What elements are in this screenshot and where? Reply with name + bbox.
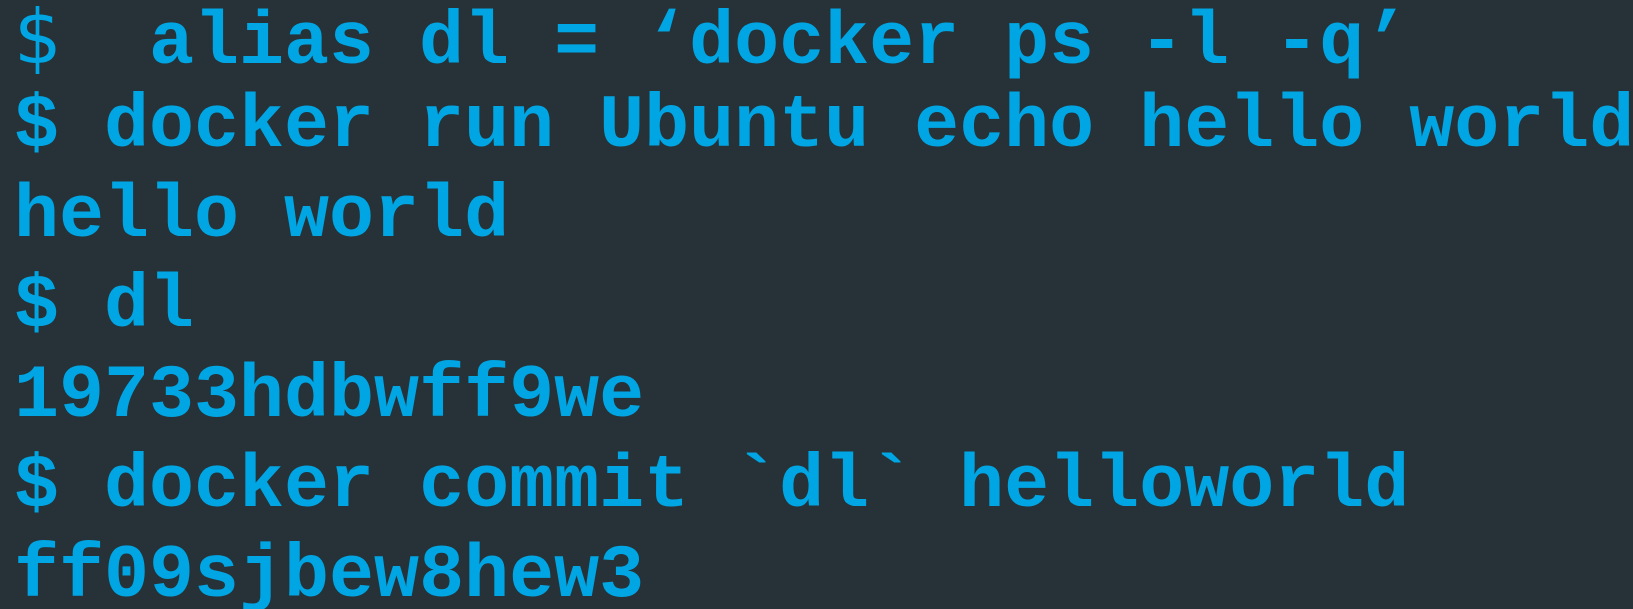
prompt-symbol: $ <box>14 84 60 169</box>
output-line: 19733hdbwff9we <box>14 352 644 442</box>
command-line: $ docker run Ubuntu echo hello world <box>14 82 1633 172</box>
command-text: alias dl = ‘docker ps -l -q’ <box>104 1 1410 86</box>
command-text: dl <box>59 264 195 349</box>
command-line: $ docker commit `dl` helloworld <box>14 442 1409 532</box>
command-text: docker run Ubuntu echo hello world <box>59 84 1633 169</box>
output-line: hello world <box>14 172 509 262</box>
prompt-symbol: $ <box>14 0 62 81</box>
command-line: $ dl <box>14 262 194 352</box>
prompt-symbol: $ <box>14 264 60 349</box>
output-text: ff09sjbew8hew3 <box>14 534 645 609</box>
output-text: hello world <box>14 174 510 259</box>
prompt-symbol: $ <box>14 444 60 529</box>
terminal-window: $ alias dl = ‘docker ps -l -q’ $ docker … <box>0 0 1633 609</box>
command-line: $ alias dl = ‘docker ps -l -q’ <box>14 0 1409 86</box>
output-text: 19733hdbwff9we <box>14 354 645 439</box>
output-line: ff09sjbew8hew3 <box>14 532 644 609</box>
command-text: docker commit `dl` helloworld <box>59 444 1410 529</box>
